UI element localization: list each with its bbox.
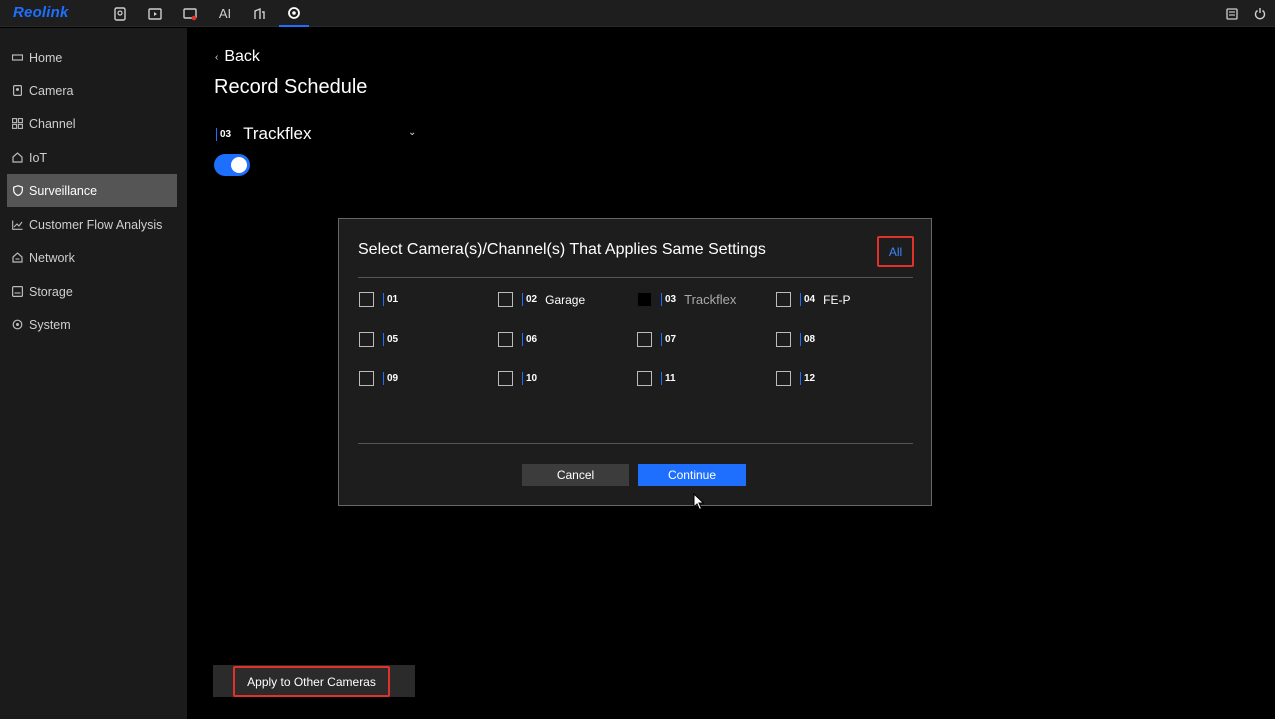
shield-icon	[12, 185, 23, 196]
sidebar-item-home[interactable]: Home	[7, 41, 177, 74]
sidebar-item-storage[interactable]: Storage	[7, 275, 177, 308]
sidebar-item-label: Surveillance	[29, 183, 98, 198]
sidebar: Home Camera Channel IoT Surveillance Cus…	[0, 28, 187, 719]
camera-icon	[12, 85, 23, 96]
camera-name: Trackflex	[243, 124, 312, 143]
sidebar-item-label: IoT	[29, 150, 48, 165]
ai-label: AI	[218, 6, 232, 21]
sidebar-item-network[interactable]: Network	[7, 241, 177, 274]
channel-checkbox-06[interactable]: 06	[498, 332, 537, 347]
camera-icon[interactable]	[105, 0, 135, 27]
storage-icon	[12, 286, 23, 297]
channel-number: 03	[216, 127, 231, 141]
channel-checkbox-09[interactable]: 09	[359, 371, 398, 386]
channel-checkbox-01[interactable]: 01	[359, 292, 406, 307]
checkbox[interactable]	[776, 292, 791, 307]
checkbox[interactable]	[776, 332, 791, 347]
checkbox[interactable]	[498, 371, 513, 386]
divider	[358, 277, 913, 278]
sidebar-item-camera[interactable]: Camera	[7, 74, 177, 107]
reolink-logo: Reolink	[13, 4, 69, 21]
checkbox[interactable]	[359, 292, 374, 307]
channel-checkbox-02[interactable]: 02 Garage	[498, 292, 585, 307]
dialog-title: Select Camera(s)/Channel(s) That Applies…	[358, 241, 766, 258]
channel-checkbox-07[interactable]: 07	[637, 332, 676, 347]
channel-checkbox-11[interactable]: 11	[637, 371, 676, 386]
cancel-button[interactable]: Cancel	[522, 464, 629, 486]
notes-icon[interactable]	[1217, 0, 1247, 27]
sidebar-item-channel[interactable]: Channel	[7, 107, 177, 140]
sidebar-item-system[interactable]: System	[7, 308, 177, 341]
channel-checkbox-05[interactable]: 05	[359, 332, 398, 347]
mouse-cursor-icon	[693, 493, 705, 511]
channel-checkbox-08[interactable]: 08	[776, 332, 815, 347]
channel-checkbox-12[interactable]: 12	[776, 371, 815, 386]
camera-selector[interactable]: 03 Trackflex	[216, 124, 311, 144]
checkbox[interactable]	[776, 371, 791, 386]
back-link[interactable]: ‹ Back	[215, 48, 260, 66]
grid-icon	[12, 118, 23, 129]
playback-icon[interactable]	[140, 0, 170, 27]
select-all-button[interactable]: All	[877, 236, 914, 267]
channel-checkbox-03: 03 Trackflex	[637, 292, 736, 307]
sidebar-item-label: Camera	[29, 83, 74, 98]
ai-icon[interactable]: AI	[210, 0, 240, 27]
checkbox[interactable]	[498, 332, 513, 347]
toggle-knob	[231, 157, 247, 173]
apply-to-other-cameras-button[interactable]: Apply to Other Cameras	[233, 666, 390, 697]
divider	[358, 443, 913, 444]
checkbox	[637, 292, 652, 307]
checkbox[interactable]	[498, 292, 513, 307]
chart-icon	[12, 219, 23, 230]
home-icon	[12, 52, 23, 63]
sidebar-item-label: Network	[29, 250, 75, 265]
sidebar-item-label: Channel	[29, 116, 76, 131]
power-icon[interactable]	[1245, 0, 1275, 27]
checkbox[interactable]	[637, 371, 652, 386]
channel-checkbox-10[interactable]: 10	[498, 371, 537, 386]
gear-icon	[12, 319, 23, 330]
alarm-icon[interactable]	[175, 0, 205, 27]
checkbox[interactable]	[637, 332, 652, 347]
record-schedule-toggle[interactable]	[214, 154, 250, 176]
sidebar-item-surveillance[interactable]: Surveillance	[7, 174, 177, 207]
checkbox[interactable]	[359, 332, 374, 347]
network-icon	[12, 252, 23, 263]
sidebar-item-customer-flow[interactable]: Customer Flow Analysis	[7, 208, 177, 241]
top-bar: Reolink AI	[0, 0, 1275, 27]
checkbox[interactable]	[359, 371, 374, 386]
sidebar-item-iot[interactable]: IoT	[7, 141, 177, 174]
sidebar-item-label: System	[29, 317, 71, 332]
sidebar-item-label: Storage	[29, 284, 73, 299]
devices-icon[interactable]	[244, 0, 274, 27]
continue-button[interactable]: Continue	[638, 464, 746, 486]
back-label: Back	[224, 48, 260, 65]
house-icon	[12, 152, 23, 163]
page-title: Record Schedule	[214, 76, 368, 98]
chevron-left-icon: ‹	[215, 51, 219, 63]
select-channels-dialog: Select Camera(s)/Channel(s) That Applies…	[338, 218, 932, 506]
sidebar-item-label: Customer Flow Analysis	[29, 217, 163, 232]
channel-checkbox-04[interactable]: 04 FE-P	[776, 292, 850, 307]
sidebar-item-label: Home	[29, 50, 63, 65]
chevron-down-icon[interactable]: ⌄	[408, 127, 416, 138]
settings-icon[interactable]	[279, 0, 309, 27]
